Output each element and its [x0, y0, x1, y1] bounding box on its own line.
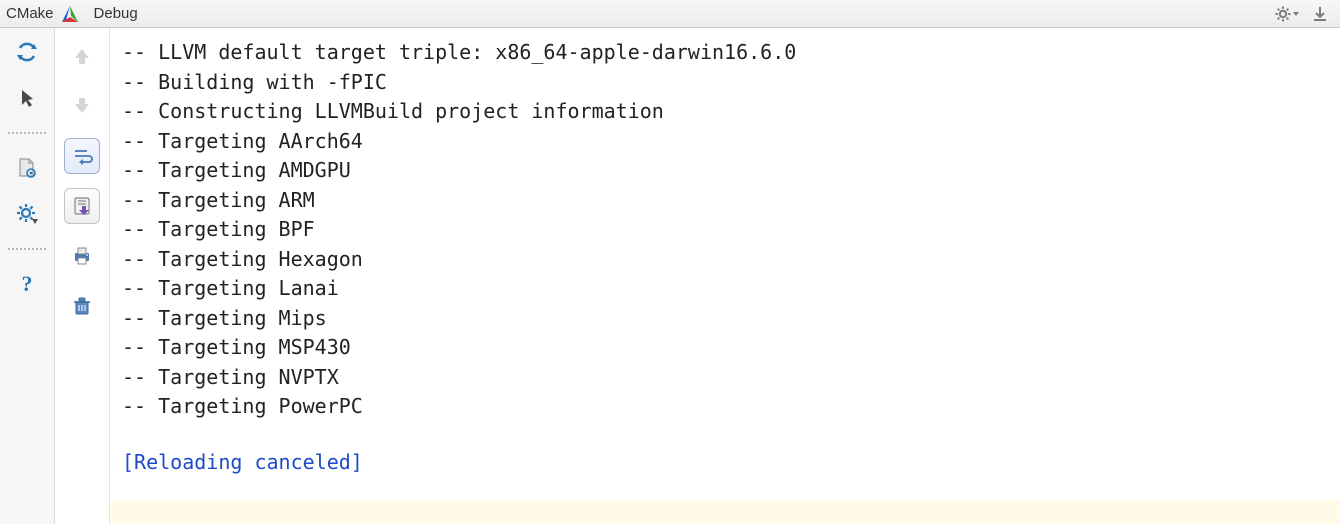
- clear-button[interactable]: [64, 288, 100, 324]
- soft-wrap-button[interactable]: [64, 138, 100, 174]
- settings-button[interactable]: [13, 200, 41, 228]
- tool-name-label: CMake: [6, 5, 54, 22]
- nav-up-button[interactable]: [64, 38, 100, 74]
- console-line: -- Targeting Mips: [122, 304, 1328, 334]
- console-line: -- Targeting Lanai: [122, 274, 1328, 304]
- file-settings-button[interactable]: [13, 154, 41, 182]
- gear-dropdown-icon[interactable]: [1274, 4, 1300, 24]
- cursor-button[interactable]: [13, 84, 41, 112]
- console-line: -- Targeting NVPTX: [122, 363, 1328, 393]
- print-button[interactable]: [64, 238, 100, 274]
- reload-button[interactable]: [13, 38, 41, 66]
- console-line: -- Targeting PowerPC: [122, 392, 1328, 422]
- config-name-label: Debug: [94, 5, 138, 22]
- console-line: -- Targeting AMDGPU: [122, 156, 1328, 186]
- console-line: -- Targeting AArch64: [122, 127, 1328, 157]
- console-status-line: [Reloading canceled]: [122, 448, 1328, 478]
- sidebar-separator: [8, 248, 46, 250]
- console-line: -- Targeting MSP430: [122, 333, 1328, 363]
- console-line: -- Targeting Hexagon: [122, 245, 1328, 275]
- download-icon[interactable]: [1310, 4, 1330, 24]
- console-line: -- Targeting BPF: [122, 215, 1328, 245]
- toolbar-column: [55, 28, 110, 524]
- console-wrap: -- LLVM default target triple: x86_64-ap…: [110, 28, 1340, 524]
- sidebar-separator: [8, 132, 46, 134]
- console-line: -- Building with -fPIC: [122, 68, 1328, 98]
- cmake-triangle-icon: [60, 4, 80, 24]
- svg-text:?: ?: [22, 273, 33, 295]
- console-line: -- Constructing LLVMBuild project inform…: [122, 97, 1328, 127]
- left-sidebar: ?: [0, 28, 55, 524]
- nav-down-button[interactable]: [64, 88, 100, 124]
- status-highlight-bar: [110, 500, 1340, 524]
- console-line: -- Targeting ARM: [122, 186, 1328, 216]
- help-button[interactable]: ?: [13, 270, 41, 298]
- titlebar: CMake Debug: [0, 0, 1340, 28]
- scroll-to-end-button[interactable]: [64, 188, 100, 224]
- console-output[interactable]: -- LLVM default target triple: x86_64-ap…: [110, 28, 1340, 500]
- console-line: -- LLVM default target triple: x86_64-ap…: [122, 38, 1328, 68]
- main-area: ?: [0, 28, 1340, 524]
